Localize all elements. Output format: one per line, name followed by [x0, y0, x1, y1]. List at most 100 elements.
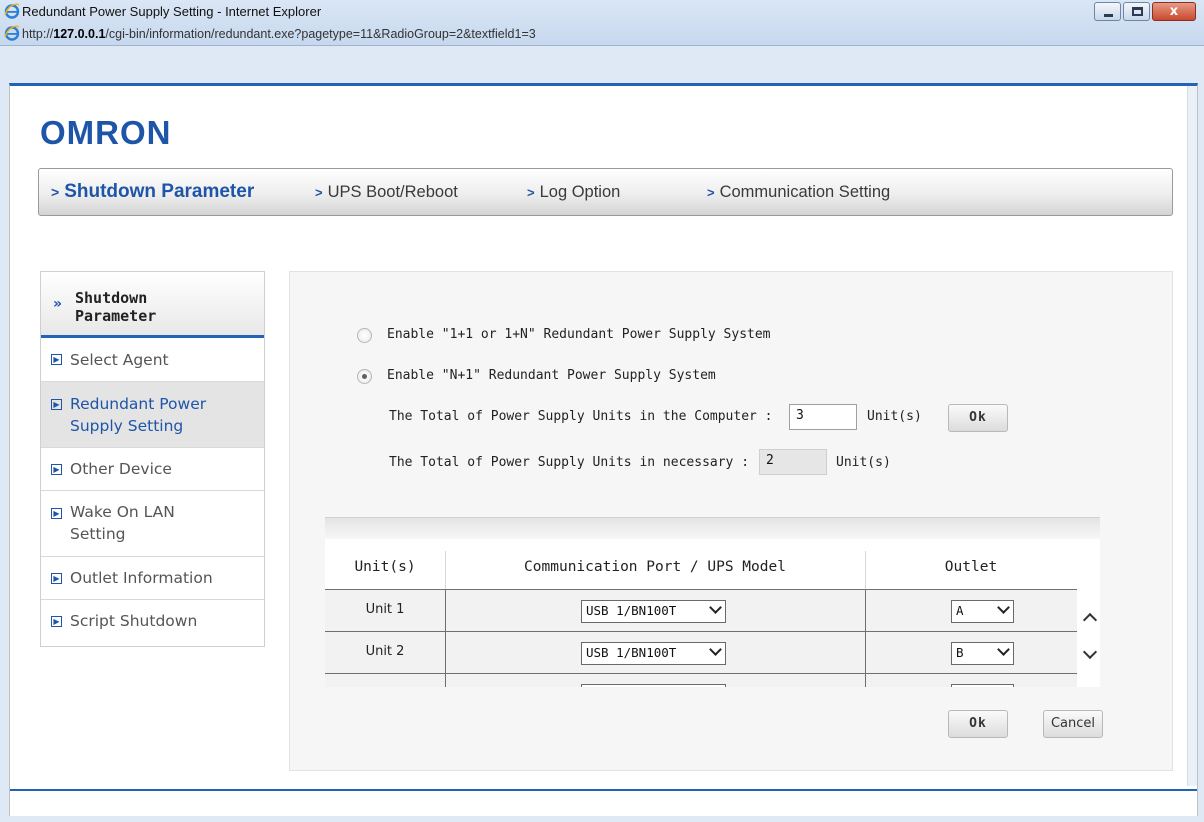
necessary-units-label: The Total of Power Supply Units in neces… — [389, 455, 750, 470]
play-box-icon: ▶ — [51, 399, 62, 410]
cell-divider — [865, 590, 866, 632]
sidebar-item-redundant-power[interactable]: ▶ Redundant Power Supply Setting — [41, 382, 264, 448]
chevron-right-icon: > — [51, 184, 60, 200]
necessary-units-input: 2 — [759, 449, 827, 475]
omron-logo: OMRON — [40, 114, 172, 151]
window-title: Redundant Power Supply Setting - Interne… — [22, 4, 322, 19]
sidebar-item-script-shutdown[interactable]: ▶ Script Shutdown — [41, 600, 264, 644]
chevron-down-icon — [709, 601, 722, 614]
total-units-unit: Unit(s) — [867, 409, 922, 424]
port-select-value: USB 1/BN100T — [586, 645, 677, 660]
url-path: /cgi-bin/information/redundant.exe?paget… — [105, 27, 536, 41]
page-icon — [4, 25, 20, 41]
sidebar-item-label: Wake On LAN Setting — [70, 503, 175, 543]
chevron-right-icon: > — [315, 185, 323, 200]
close-icon: x — [1169, 4, 1179, 19]
internet-explorer-icon — [4, 3, 20, 19]
address-bar[interactable]: http://127.0.0.1/cgi-bin/information/red… — [0, 23, 1204, 45]
unit-cell: Unit 2 — [365, 644, 405, 659]
col-header-outlet: Outlet — [944, 559, 998, 575]
port-select[interactable]: USB 1/BN100T — [581, 642, 726, 665]
option1-label: Enable "1+1 or 1+N" Redundant Power Supp… — [387, 327, 771, 342]
outlet-select-value: B — [956, 645, 964, 660]
units-table: Unit(s) Communication Port / UPS Model O… — [325, 517, 1100, 687]
sidebar-item-label: Outlet Information — [70, 569, 213, 587]
sidebar-item-label: Redundant Power Supply Setting — [70, 395, 207, 435]
settings-panel: Enable "1+1 or 1+N" Redundant Power Supp… — [289, 271, 1173, 771]
necessary-units-unit: Unit(s) — [836, 455, 891, 470]
chevron-down-icon — [997, 643, 1010, 656]
double-chevron-icon: » — [53, 296, 63, 312]
nav-shutdown-parameter[interactable]: > Shutdown Parameter — [51, 181, 254, 203]
scroll-up-icon[interactable] — [1082, 612, 1098, 628]
nav-label: Communication Setting — [719, 183, 891, 201]
outlet-select[interactable]: B — [951, 642, 1014, 665]
table-row: Unit 2 USB 1/BN100T B — [325, 631, 1077, 674]
sidebar-item-outlet-information[interactable]: ▶ Outlet Information — [41, 557, 264, 600]
table-row: Unit 1 USB 1/BN100T A — [325, 589, 1077, 632]
url-prefix: http:// — [22, 27, 54, 41]
header-divider — [865, 551, 866, 589]
window-titlebar: Redundant Power Supply Setting - Interne… — [0, 0, 1204, 46]
sidebar: » Shutdown Parameter ▶ Select Agent ▶ Re… — [40, 271, 265, 647]
table-top-bar — [325, 517, 1100, 539]
cell-divider — [445, 674, 446, 687]
play-box-icon: ▶ — [51, 354, 62, 365]
scroll-down-icon[interactable] — [1082, 644, 1098, 660]
cell-divider — [865, 674, 866, 687]
nav-label: Shutdown Parameter — [64, 181, 255, 202]
chevron-right-icon: > — [707, 185, 715, 200]
port-select[interactable]: USB 1/BN100T — [581, 600, 726, 623]
option2-label: Enable "N+1" Redundant Power Supply Syst… — [387, 368, 716, 383]
sidebar-item-select-agent[interactable]: ▶ Select Agent — [41, 338, 264, 382]
play-box-icon: ▶ — [51, 464, 62, 475]
table-row-partial — [325, 673, 1077, 687]
page-footer-line — [10, 789, 1197, 791]
sidebar-item-label: Other Device — [70, 460, 172, 478]
total-ok-button[interactable]: Ok — [948, 404, 1008, 432]
cell-divider — [445, 632, 446, 674]
col-header-port: Communication Port / UPS Model — [524, 559, 786, 575]
window-controls: x — [1092, 2, 1196, 22]
sidebar-item-wake-on-lan[interactable]: ▶ Wake On LAN Setting — [41, 491, 264, 557]
unit-cell: Unit 1 — [365, 602, 405, 617]
cell-divider — [865, 632, 866, 674]
radio-nplus1[interactable] — [357, 369, 372, 384]
nav-ups-boot-reboot[interactable]: > UPS Boot/Reboot — [315, 183, 458, 202]
outlet-select-value: A — [956, 603, 964, 618]
page-content: OMRON > Shutdown Parameter > UPS Boot/Rebo… — [9, 83, 1198, 816]
cancel-button[interactable]: Cancel — [1043, 710, 1103, 738]
play-box-icon: ▶ — [51, 616, 62, 627]
close-button[interactable]: x — [1152, 2, 1196, 21]
sidebar-title: Shutdown Parameter — [75, 289, 157, 325]
minimize-button[interactable] — [1094, 2, 1121, 21]
play-box-icon: ▶ — [51, 508, 62, 519]
chevron-right-icon: > — [527, 185, 535, 200]
sidebar-item-label: Select Agent — [70, 351, 169, 369]
nav-label: Log Option — [539, 183, 621, 201]
page-right-edge — [1187, 86, 1197, 786]
cell-divider — [445, 590, 446, 632]
col-header-units: Unit(s) — [354, 559, 416, 575]
outlet-select[interactable] — [951, 684, 1014, 687]
top-navigation: > Shutdown Parameter > UPS Boot/Reboot > Lo… — [38, 168, 1173, 216]
total-units-label: The Total of Power Supply Units in the C… — [389, 409, 773, 424]
nav-label: UPS Boot/Reboot — [327, 183, 458, 201]
nav-log-option[interactable]: > Log Option — [527, 183, 620, 202]
play-box-icon: ▶ — [51, 573, 62, 584]
nav-communication-setting[interactable]: > Communication Setting — [707, 183, 890, 202]
address-url: http://127.0.0.1/cgi-bin/information/red… — [22, 27, 536, 41]
ok-button[interactable]: Ok — [948, 710, 1008, 738]
url-host: 127.0.0.1 — [53, 27, 106, 41]
header-divider — [445, 551, 446, 589]
maximize-button[interactable] — [1123, 2, 1150, 21]
sidebar-item-label: Script Shutdown — [70, 612, 198, 630]
sidebar-header: » Shutdown Parameter — [41, 272, 264, 338]
chevron-down-icon — [997, 601, 1010, 614]
port-select-value: USB 1/BN100T — [586, 603, 677, 618]
outlet-select[interactable]: A — [951, 600, 1014, 623]
total-units-input[interactable]: 3 — [789, 404, 857, 430]
sidebar-item-other-device[interactable]: ▶ Other Device — [41, 448, 264, 491]
port-select[interactable] — [581, 684, 726, 687]
radio-1plus1[interactable] — [357, 328, 372, 343]
